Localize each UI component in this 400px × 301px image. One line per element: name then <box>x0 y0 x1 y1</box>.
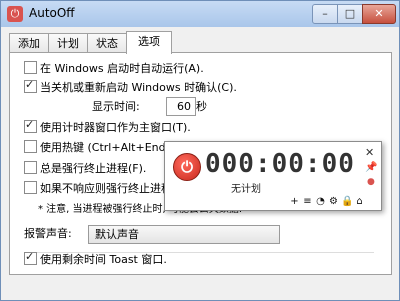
minimize-button[interactable]: – <box>312 4 338 24</box>
add-icon[interactable]: + <box>289 196 300 208</box>
power-app-icon: ⏻ <box>7 6 23 22</box>
close-icon[interactable]: ✕ <box>365 146 374 159</box>
power-button[interactable]: ⏻ <box>173 153 201 181</box>
home-icon[interactable]: ⌂ <box>354 196 365 208</box>
toast-checkbox[interactable] <box>24 249 37 265</box>
tab-add[interactable]: 添加 <box>9 33 49 53</box>
always-force-label: 总是强行终止进程(F). <box>40 162 147 175</box>
autostart-label: 在 Windows 启动时自动运行(A). <box>40 62 204 75</box>
display-time-unit: 秒 <box>196 100 207 113</box>
always-force-option[interactable]: 总是强行终止进程(F). <box>24 161 146 177</box>
list-icon[interactable]: ≡ <box>302 196 313 208</box>
always-force-checkbox[interactable] <box>24 161 37 174</box>
timer-toolbar: + ≡ ◔ ⚙ 🔒 ⌂ <box>289 194 367 208</box>
tab-status[interactable]: 状态 <box>87 33 127 53</box>
alarm-sound-label: 报警声音: <box>24 227 72 240</box>
schedule-status: 无计划 <box>231 184 261 195</box>
clock-icon[interactable]: ◔ <box>315 196 326 208</box>
display-time-input[interactable]: 60 <box>166 97 196 116</box>
tab-options[interactable]: 选项 <box>126 31 172 54</box>
toast-option[interactable]: 使用剩余时间 Toast 窗口. <box>24 249 167 268</box>
force-not-responding-option[interactable]: 如果不响应则强行终止进程 <box>24 181 172 197</box>
drop-icon: ● <box>367 177 375 187</box>
countdown-display: 000:00:00 <box>205 149 355 179</box>
toast-label: 使用剩余时间 Toast 窗口. <box>40 253 167 266</box>
timer-main-window-checkbox[interactable] <box>24 117 37 133</box>
power-icon: ⏻ <box>181 158 193 176</box>
window-title: AutoOff <box>29 6 75 20</box>
force-not-responding-label: 如果不响应则强行终止进程 <box>40 182 172 195</box>
confirm-shutdown-label: 当关机或重新启动 Windows 时确认(C). <box>40 81 237 94</box>
autostart-checkbox[interactable] <box>24 61 37 74</box>
tab-schedule[interactable]: 计划 <box>48 33 88 53</box>
app-window: ⏻ AutoOff – □ ✕ 添加 计划 状态 选项 在 Windows 启动… <box>0 0 400 301</box>
force-not-responding-checkbox[interactable] <box>24 181 37 194</box>
alarm-sound-select[interactable]: 默认声音 <box>88 225 280 244</box>
timer-popup[interactable]: ⏻ 000:00:00 无计划 ✕ 📌 ● + ≡ ◔ ⚙ 🔒 ⌂ <box>164 141 382 211</box>
confirm-shutdown-option[interactable]: 当关机或重新启动 Windows 时确认(C). <box>24 77 237 96</box>
close-button[interactable]: ✕ <box>362 4 396 24</box>
maximize-button[interactable]: □ <box>337 4 363 24</box>
timer-main-window-label: 使用计时器窗口作为主窗口(T). <box>40 121 191 134</box>
confirm-shutdown-checkbox[interactable] <box>24 77 37 93</box>
autostart-option[interactable]: 在 Windows 启动时自动运行(A). <box>24 61 204 77</box>
title-bar[interactable]: ⏻ AutoOff – □ ✕ <box>1 1 399 27</box>
timer-main-window-option[interactable]: 使用计时器窗口作为主窗口(T). <box>24 117 191 136</box>
gear-icon[interactable]: ⚙ <box>328 196 339 208</box>
pin-icon[interactable]: 📌 <box>365 162 377 173</box>
hotkey-checkbox[interactable] <box>24 140 37 153</box>
lock-icon[interactable]: 🔒 <box>341 196 353 208</box>
display-time-label: 显示时间: <box>92 100 140 113</box>
